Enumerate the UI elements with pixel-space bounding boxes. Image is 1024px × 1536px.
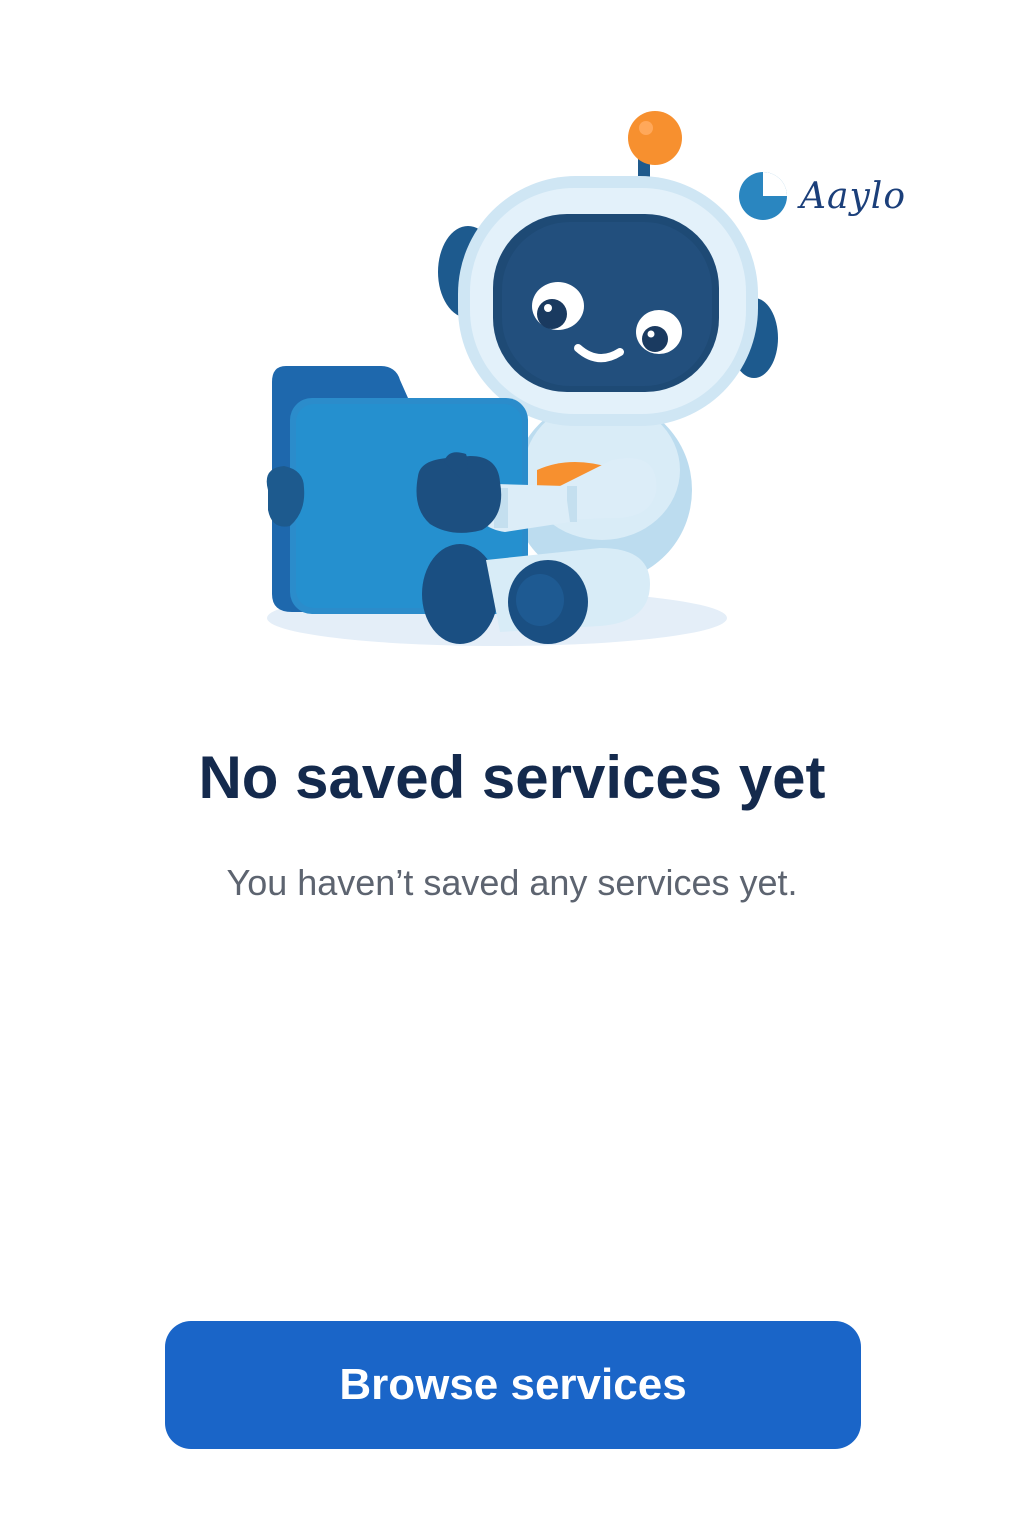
empty-state-message: You haven’t saved any services yet. [226,862,798,903]
brand-logo: Aaylo [736,168,906,224]
brand-name: Aaylo [800,175,906,217]
pie-chart-icon [739,172,787,220]
browse-services-button[interactable]: Browse services [165,1321,861,1449]
empty-state-title: No saved services yet [198,744,826,811]
robot-holding-folder-icon [266,111,778,646]
empty-state-illustration [0,0,1024,680]
